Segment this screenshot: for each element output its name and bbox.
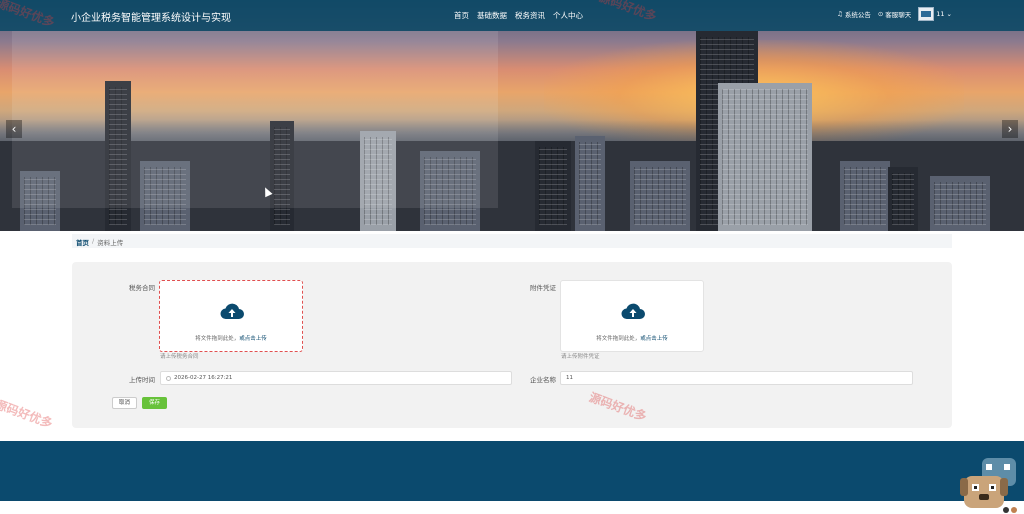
cancel-button[interactable]: 取消 bbox=[112, 397, 138, 409]
page: ‹ › 小企业税务智能管理系统设计与实现 首页 基础数据 税务资讯 个人中心 ♫… bbox=[0, 0, 1024, 514]
upload-time-label: 上传时间 bbox=[129, 376, 155, 384]
voucher-tip: 请上传附件凭证 bbox=[561, 354, 600, 360]
chevron-down-icon: ⌄ bbox=[946, 10, 952, 18]
breadcrumb-home[interactable]: 首页 bbox=[76, 237, 89, 247]
footer bbox=[0, 441, 1024, 501]
username: 11 bbox=[936, 10, 945, 18]
voucher-label: 附件凭证 bbox=[530, 284, 556, 292]
clock-icon bbox=[166, 375, 171, 381]
carousel-next-button[interactable]: › bbox=[1002, 120, 1018, 138]
cloud-upload-icon bbox=[621, 303, 645, 320]
voucher-upload-text: 将文件拖到此处，或点击上传 bbox=[596, 336, 668, 342]
contract-uploader[interactable]: 将文件拖到此处，或点击上传 bbox=[159, 280, 303, 352]
breadcrumb: 首页 / 资料上传 bbox=[72, 234, 952, 248]
carousel-prev-button[interactable]: ‹ bbox=[6, 120, 22, 138]
voucher-upload-link[interactable]: 或点击上传 bbox=[640, 336, 668, 342]
customer-chat-label: 客服聊天 bbox=[885, 11, 912, 19]
customer-chat-link[interactable]: ⊙ 客服聊天 bbox=[878, 9, 911, 19]
mascot-dog-icon[interactable] bbox=[956, 456, 1020, 514]
site-title: 小企业税务智能管理系统设计与实现 bbox=[71, 13, 231, 24]
nav-tax-news[interactable]: 税务资讯 bbox=[515, 10, 545, 21]
banner-overlay bbox=[12, 31, 498, 208]
header-right: ♫ 系统公告 ⊙ 客服聊天 11 ⌄ bbox=[837, 7, 952, 21]
contract-upload-link[interactable]: 或点击上传 bbox=[239, 336, 267, 342]
user-menu[interactable]: 11 ⌄ bbox=[918, 7, 952, 21]
upload-form: 税务合同 将文件拖到此处，或点击上传 请上传税务合同 附件凭证 将文件拖到此处，… bbox=[72, 262, 952, 428]
top-header: 小企业税务智能管理系统设计与实现 首页 基础数据 税务资讯 个人中心 ♫ 系统公… bbox=[0, 0, 1024, 31]
avatar bbox=[918, 7, 935, 21]
save-button[interactable]: 保存 bbox=[142, 397, 168, 409]
system-notice-label: 系统公告 bbox=[844, 11, 871, 19]
company-input[interactable]: 11 bbox=[560, 371, 913, 385]
banner-carousel[interactable]: ‹ › bbox=[0, 0, 1024, 231]
cloud-upload-icon bbox=[220, 303, 244, 320]
watermark: 源码好优多 bbox=[0, 397, 55, 431]
nav-home[interactable]: 首页 bbox=[454, 10, 469, 21]
contract-label: 税务合同 bbox=[129, 284, 155, 292]
bell-icon: ♫ bbox=[836, 10, 843, 18]
main-nav: 首页 基础数据 税务资讯 个人中心 bbox=[454, 10, 583, 21]
nav-personal-center[interactable]: 个人中心 bbox=[553, 10, 583, 21]
contract-upload-text: 将文件拖到此处，或点击上传 bbox=[195, 336, 267, 342]
breadcrumb-separator: / bbox=[92, 237, 95, 245]
company-label: 企业名称 bbox=[530, 376, 556, 384]
company-value: 11 bbox=[566, 375, 573, 381]
nav-basic-data[interactable]: 基础数据 bbox=[477, 10, 507, 21]
contract-tip: 请上传税务合同 bbox=[160, 354, 199, 360]
system-notice-link[interactable]: ♫ 系统公告 bbox=[837, 9, 871, 19]
breadcrumb-current: 资料上传 bbox=[97, 239, 124, 247]
upload-time-value: 2026-02-27 16:27:21 bbox=[174, 375, 233, 381]
upload-time-input[interactable]: 2026-02-27 16:27:21 bbox=[160, 371, 512, 385]
chat-icon: ⊙ bbox=[877, 10, 884, 18]
voucher-uploader[interactable]: 将文件拖到此处，或点击上传 bbox=[560, 280, 704, 352]
